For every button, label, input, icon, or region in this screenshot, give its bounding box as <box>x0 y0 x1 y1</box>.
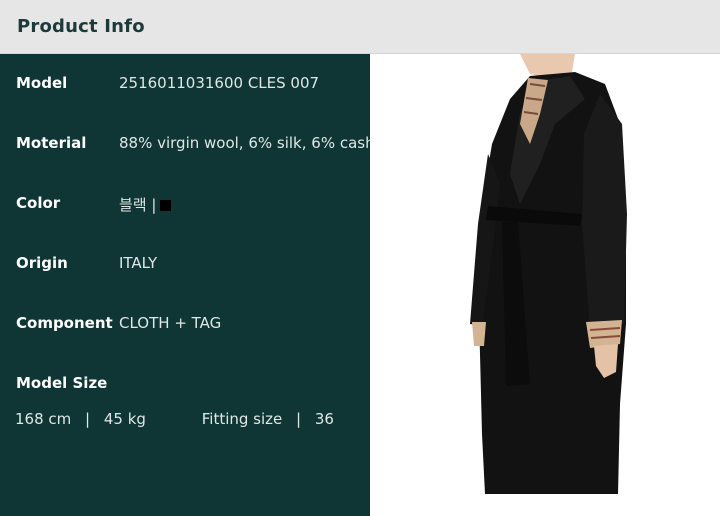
fitting-size-value: 36 <box>314 410 334 428</box>
color-swatch <box>160 200 172 211</box>
spec-panel: Model 2516011031600 CLES 007 Moterial 88… <box>0 54 414 516</box>
spec-value-material-part: 88% virgin wool, 6% silk, 6% cashm <box>119 134 390 152</box>
model-size-label: Model Size <box>16 374 108 392</box>
fitting-size-label: Fitting size <box>201 410 283 428</box>
spec-label-origin: Origin <box>16 254 68 272</box>
product-info-header: Product Info <box>0 0 720 54</box>
spec-value-model: 2516011031600 CLES 007 <box>119 74 320 92</box>
spec-label-component: Component <box>16 314 113 332</box>
spec-label-model: Model <box>16 74 68 92</box>
spec-label-material: Moterial <box>16 134 87 152</box>
coat-illustration <box>470 54 627 494</box>
plaid-cuff-right <box>586 320 622 348</box>
spec-label-color: Color <box>16 194 61 212</box>
color-text: 블랙 | <box>119 196 157 214</box>
separator: | <box>296 410 302 428</box>
separator: | <box>85 410 91 428</box>
product-photo <box>370 54 720 516</box>
page-title: Product Info <box>17 16 145 37</box>
model-size-line: 168 cm | 45 kg Fitting size | 36 <box>15 410 334 428</box>
plaid-cuff-left <box>472 322 486 346</box>
spec-value-color: 블랙 | <box>119 194 172 215</box>
model-height: 168 cm <box>15 410 72 428</box>
model-weight: 45 kg <box>103 410 146 428</box>
spec-value-component: CLOTH + TAG <box>119 314 222 332</box>
spec-value-origin: ITALY <box>119 254 158 272</box>
coat-sleeve <box>582 94 627 329</box>
